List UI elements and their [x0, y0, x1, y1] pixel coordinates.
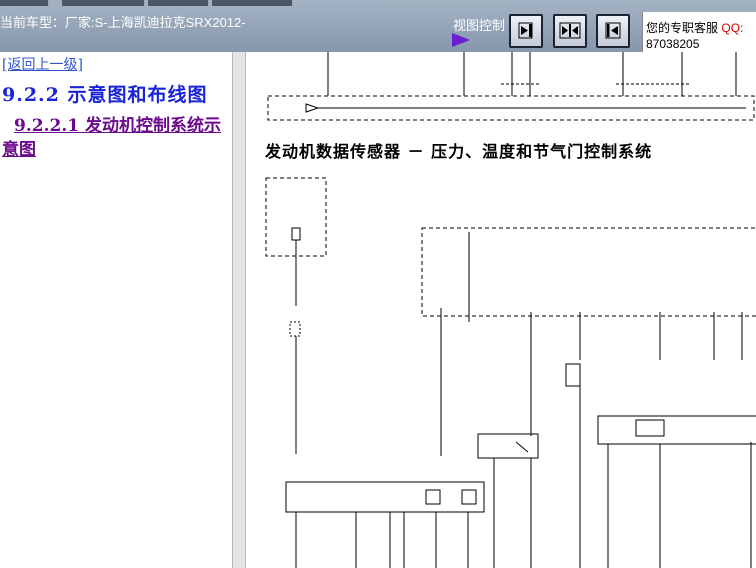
customer-service-panel: 您的专职客服 QQ: 87038205 — [642, 12, 756, 52]
arrow-left-bar-icon — [605, 22, 621, 39]
wiring-diagram-main — [265, 177, 756, 568]
support-number: 87038205 — [646, 37, 700, 51]
top-tab-2[interactable] — [62, 0, 145, 6]
back-link[interactable]: [返回上一级] — [2, 54, 83, 74]
expand-right-button[interactable] — [509, 14, 543, 48]
section-title: 9.2.2 示意图和布线图 — [2, 84, 208, 106]
split-view-button[interactable] — [553, 14, 587, 48]
diagram-title: 发动机数据传感器 － 压力、温度和节气门控制系统 — [265, 142, 653, 161]
top-tab-1[interactable] — [0, 0, 49, 6]
arrow-right-bar-icon — [518, 22, 533, 39]
pane-splitter[interactable] — [232, 52, 246, 568]
top-tab-strip — [0, 0, 400, 6]
split-arrows-icon — [559, 22, 581, 39]
support-qq-label[interactable]: QQ: — [721, 21, 743, 35]
top-toolbar: 当前车型：厂家:S-上海凯迪拉克SRX2012- 视图控制 您的专职客服 QQ:… — [0, 0, 756, 53]
expand-left-button[interactable] — [596, 14, 630, 48]
top-tab-3[interactable] — [148, 0, 209, 6]
subsection-link[interactable]: 9.2.2.1 发动机控制系统示意图 — [2, 114, 230, 162]
view-control-label: 视图控制 — [453, 18, 506, 33]
left-nav-pane: [返回上一级] 9.2.2 示意图和布线图 9.2.2.1 发动机控制系统示意图 — [0, 52, 232, 568]
diagram-pane: 发动机数据传感器 － 压力、温度和节气门控制系统 — [246, 52, 756, 568]
current-model-label: 当前车型：厂家:S-上海凯迪拉克SRX2012- — [0, 15, 246, 30]
play-icon[interactable] — [452, 33, 470, 47]
top-tab-4[interactable] — [212, 0, 293, 6]
support-label: 您的专职客服 — [646, 21, 719, 35]
